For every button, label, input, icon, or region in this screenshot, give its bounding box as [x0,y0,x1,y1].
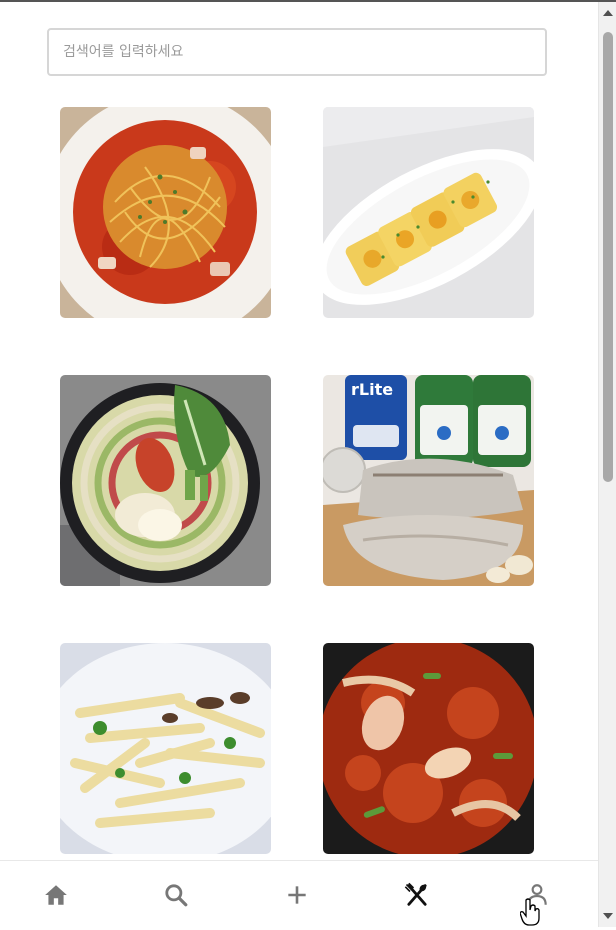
nav-add-button[interactable] [277,875,317,915]
post-thumbnail-potato[interactable] [60,643,271,854]
egg-roll-photo [323,107,534,318]
fork-spoon-icon [404,882,427,906]
boiled-pork-soju-photo: rLite [323,375,534,586]
post-thumbnail-pasta[interactable] [60,107,271,318]
page-viewport: rLite [0,2,598,927]
tomato-pasta-photo [60,107,271,318]
plus-icon [288,886,306,904]
hand-pointer-cursor-icon [519,898,540,930]
post-thumbnail-boiled-pork[interactable]: rLite [323,375,534,586]
nav-search-button[interactable] [156,875,196,915]
spicy-stir-fry-photo [323,643,534,854]
post-thumbnail-spicy-stir-fry[interactable] [323,643,534,854]
post-thumbnail-hotpot[interactable] [60,375,271,586]
page-scrollbar[interactable] [598,2,616,927]
search-input[interactable] [47,28,547,76]
hotpot-photo [60,375,271,586]
scroll-up-arrow-icon[interactable] [603,10,613,16]
post-thumbnail-egg-roll[interactable] [323,107,534,318]
search-icon [165,884,188,907]
bottom-navigation-bar [0,860,598,928]
stir-fried-potato-photo [60,643,271,854]
scrollbar-thumb[interactable] [603,32,613,482]
nav-home-button[interactable] [36,875,76,915]
svg-text:rLite: rLite [351,380,393,399]
scroll-down-arrow-icon[interactable] [603,913,613,919]
home-icon [45,885,67,905]
nav-recipes-button[interactable] [397,875,437,915]
